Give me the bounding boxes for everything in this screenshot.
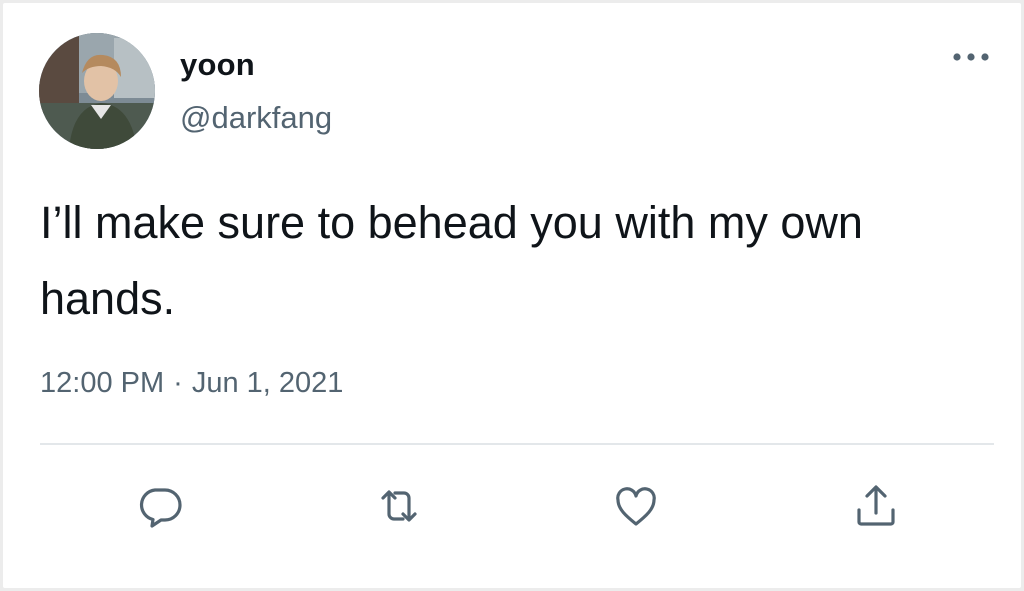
divider <box>40 443 994 445</box>
meta-separator: · <box>173 367 183 399</box>
speech-bubble-icon <box>139 488 182 528</box>
tweet-text: I’ll make sure to behead you with my own… <box>40 197 863 324</box>
heart-icon <box>616 487 656 526</box>
like-button[interactable] <box>610 480 662 532</box>
reply-button[interactable] <box>134 480 186 532</box>
user-handle[interactable]: @darkfang <box>180 100 332 136</box>
share-upload-icon <box>857 485 895 526</box>
retweet-icon <box>381 490 417 522</box>
more-options-button[interactable] <box>947 43 995 71</box>
tweet-card: yoon @darkfang I’ll make sure to behead … <box>3 3 1021 588</box>
share-button[interactable] <box>850 480 902 532</box>
tweet-timestamp[interactable]: 12:00 PM · Jun 1, 2021 <box>40 367 343 400</box>
avatar[interactable] <box>39 33 155 149</box>
tweet-date: Jun 1, 2021 <box>191 367 344 399</box>
retweet-button[interactable] <box>373 480 425 532</box>
display-name[interactable]: yoon <box>180 47 255 83</box>
profile-photo-icon <box>39 33 155 149</box>
tweet-time: 12:00 PM <box>40 367 165 399</box>
more-horizontal-icon <box>953 53 989 61</box>
